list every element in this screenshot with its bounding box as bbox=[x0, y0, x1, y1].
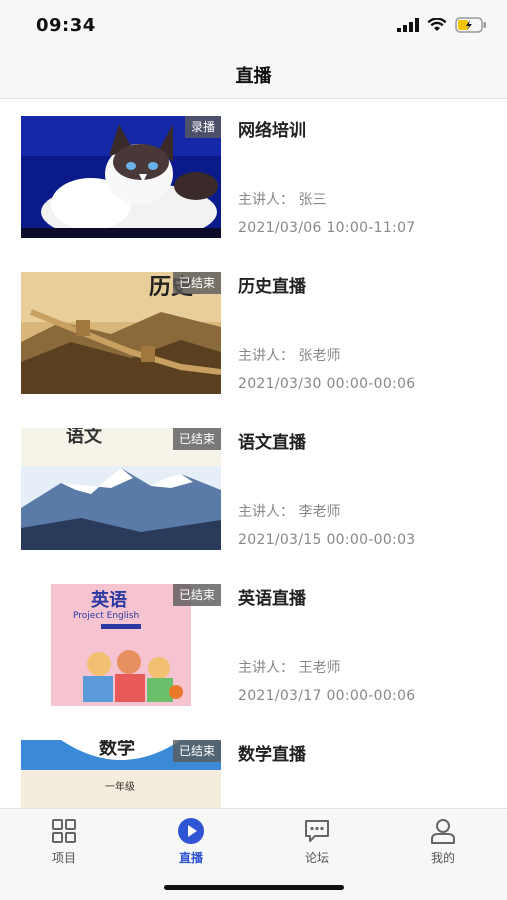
item-lecturer: 主讲人： 李老师 bbox=[238, 504, 341, 520]
item-title: 英语直播 bbox=[238, 589, 306, 609]
cover-image: 语文 已结束 bbox=[21, 428, 221, 550]
list-item[interactable]: 英语 Project English 已结束 英语直播 主讲人： 王老师 202… bbox=[0, 567, 507, 723]
item-lecturer: 主讲人： 张三 bbox=[238, 192, 327, 208]
tab-label: 论坛 bbox=[304, 851, 329, 865]
tab-mine[interactable]: 我的 bbox=[403, 817, 483, 866]
cover-subtext: Project English bbox=[73, 611, 139, 621]
list-item[interactable]: 数学 一年级 已结束 数学直播 bbox=[0, 723, 507, 808]
user-icon bbox=[431, 819, 455, 844]
item-time: 2021/03/30 00:00-00:06 bbox=[238, 376, 416, 392]
item-time: 2021/03/06 10:00-11:07 bbox=[238, 220, 416, 236]
page-title: 直播 bbox=[235, 66, 272, 87]
cover-image: 历史 已结束 bbox=[21, 272, 221, 394]
home-indicator[interactable] bbox=[164, 885, 344, 890]
status-badge: 已结束 bbox=[172, 428, 221, 450]
cover-image: 数学 一年级 已结束 bbox=[21, 740, 221, 808]
item-time: 2021/03/17 00:00-00:06 bbox=[238, 688, 416, 704]
cover-subtext: 一年级 bbox=[105, 780, 135, 793]
item-title: 语文直播 bbox=[238, 433, 306, 453]
cover-image: 录播 bbox=[21, 116, 221, 238]
cover-text: 语文 bbox=[66, 428, 103, 447]
chat-icon bbox=[305, 820, 329, 842]
tab-forum[interactable]: 论坛 bbox=[277, 817, 357, 866]
cover-text: 英语 bbox=[90, 589, 127, 611]
status-icons bbox=[397, 17, 487, 33]
item-title: 数学直播 bbox=[238, 745, 306, 765]
item-title: 历史直播 bbox=[238, 277, 306, 297]
tab-label: 项目 bbox=[51, 851, 76, 865]
status-badge: 已结束 bbox=[172, 740, 221, 762]
tab-projects[interactable]: 项目 bbox=[24, 817, 104, 866]
item-lecturer: 主讲人： 张老师 bbox=[238, 348, 341, 364]
list-item[interactable]: 语文 已结束 语文直播 主讲人： 李老师 2021/03/15 00:00-00… bbox=[0, 411, 507, 567]
live-list[interactable]: 录播 网络培训 主讲人： 张三 2021/03/06 10:00-11:07 历… bbox=[0, 99, 507, 808]
cover-image: 英语 Project English 已结束 bbox=[21, 584, 221, 706]
battery-icon bbox=[455, 17, 486, 33]
signal-icon bbox=[397, 18, 419, 32]
nav-bar: 直播 bbox=[0, 50, 507, 99]
item-title: 网络培训 bbox=[238, 121, 306, 141]
status-badge: 已结束 bbox=[172, 272, 221, 294]
status-time: 09:34 bbox=[36, 15, 96, 36]
tab-label: 我的 bbox=[430, 851, 455, 865]
status-badge: 已结束 bbox=[172, 584, 221, 606]
status-bar: 09:34 bbox=[0, 0, 507, 50]
list-item[interactable]: 录播 网络培训 主讲人： 张三 2021/03/06 10:00-11:07 bbox=[0, 99, 507, 255]
item-time: 2021/03/15 00:00-00:03 bbox=[238, 532, 416, 548]
list-item[interactable]: 历史 已结束 历史直播 主讲人： 张老师 2021/03/30 00:00-00… bbox=[0, 255, 507, 411]
grid-icon bbox=[52, 819, 76, 843]
tab-label: 直播 bbox=[178, 851, 203, 865]
wifi-icon bbox=[427, 18, 447, 31]
tab-live[interactable]: 直播 bbox=[151, 817, 231, 866]
cover-text: 数学 bbox=[99, 740, 135, 759]
play-icon bbox=[178, 818, 204, 844]
item-lecturer: 主讲人： 王老师 bbox=[238, 660, 341, 676]
status-badge: 录播 bbox=[184, 116, 221, 138]
